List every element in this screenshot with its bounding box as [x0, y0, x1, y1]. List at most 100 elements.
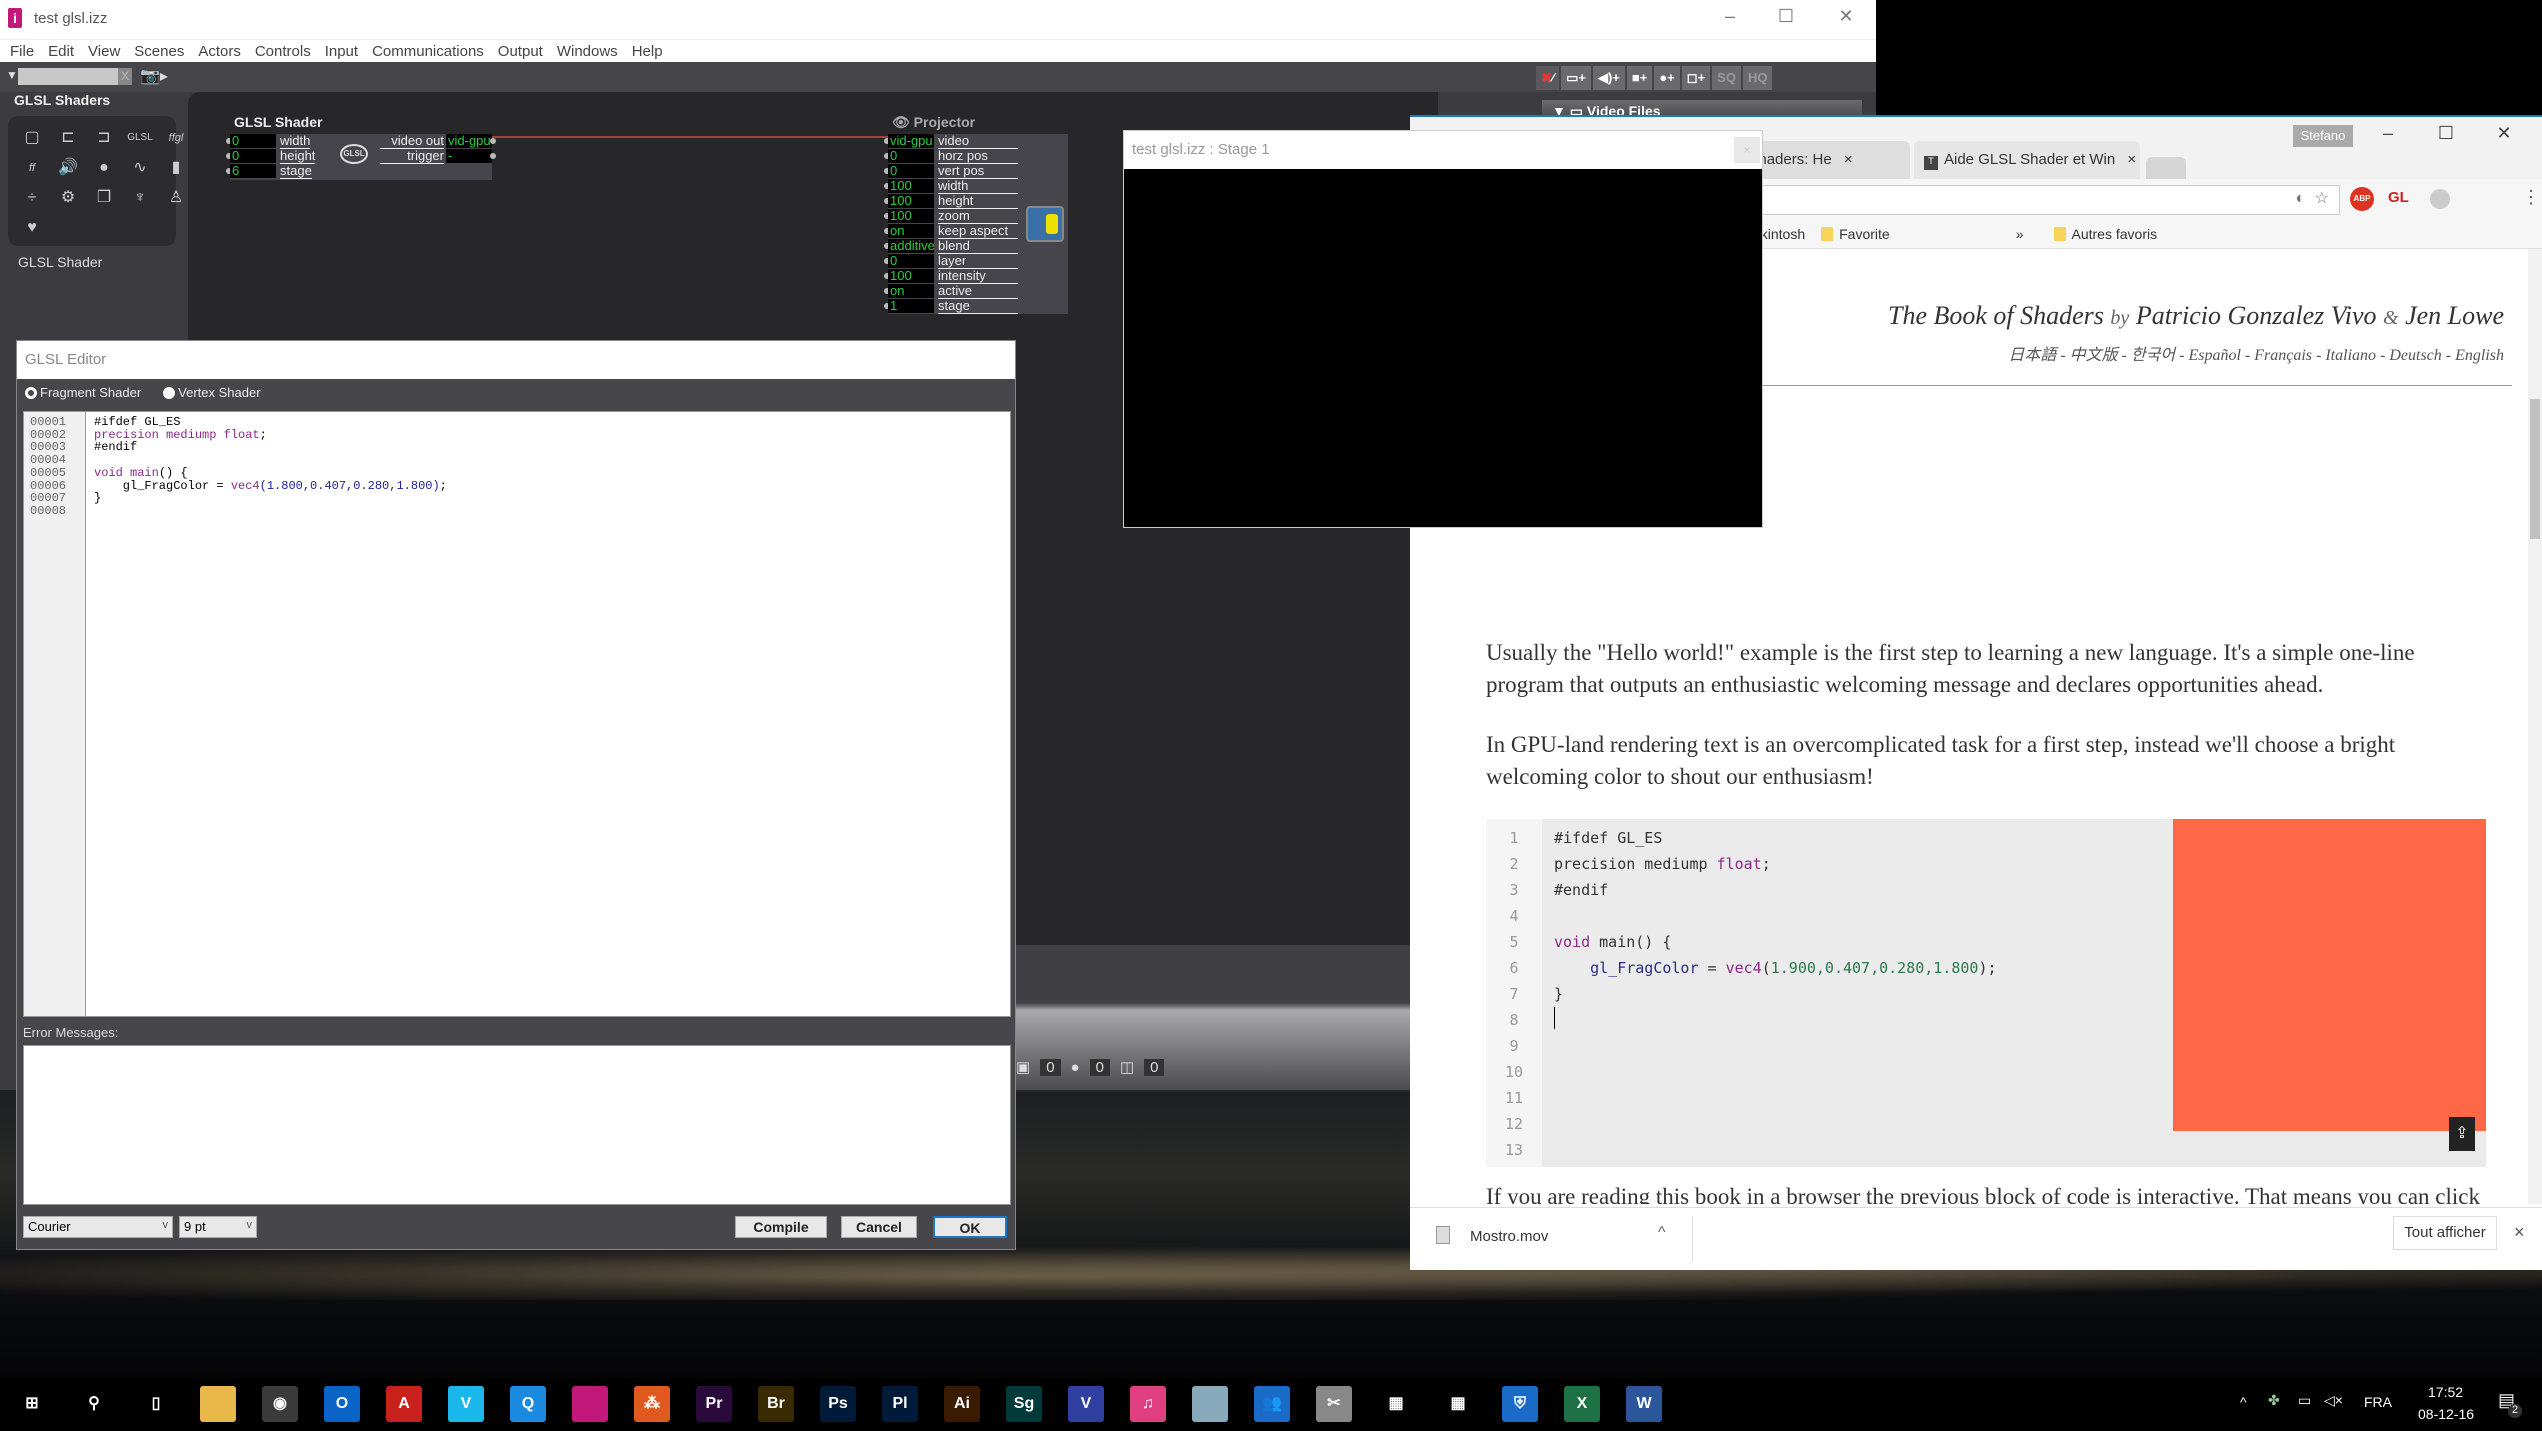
fragment-shader-radio[interactable]: Fragment Shader [25, 385, 141, 400]
interactive-code-editor[interactable]: 1 2 3 4 5 6 7 8 9 10 11 12 13 #ifdef GL_… [1486, 819, 2486, 1167]
heart-icon[interactable]: ♥ [18, 216, 46, 240]
tab-close-icon[interactable]: × [2127, 151, 2136, 168]
video-in-icon[interactable]: ⊏ [54, 126, 82, 150]
cancel-button[interactable]: Cancel [841, 1216, 917, 1238]
tray-chevron-icon[interactable]: ^ [2240, 1394, 2247, 1410]
add-movie-button[interactable]: ▭+ [1561, 66, 1591, 90]
minimize-button[interactable]: – [2368, 123, 2408, 144]
taskbar-search-icon[interactable]: ⚲ [76, 1386, 112, 1422]
bookmark-item[interactable]: Favorite [1821, 226, 1890, 242]
taskbar-start-icon[interactable]: ⊞ [14, 1386, 50, 1422]
taskbar-isadora-icon[interactable] [572, 1386, 608, 1422]
close-button[interactable]: ✕ [2484, 123, 2524, 144]
menu-scenes[interactable]: Scenes [134, 43, 184, 60]
shader-code-text[interactable]: #ifdef GL_ES precision mediump float; #end… [94, 416, 447, 505]
taskbar-snipping-icon[interactable]: ✂ [1316, 1386, 1352, 1422]
layers-icon[interactable]: ❐ [90, 186, 118, 210]
taskbar-illustrator-icon[interactable]: Ai [944, 1386, 980, 1422]
taskbar-file-explorer-icon[interactable] [200, 1386, 236, 1422]
vertical-scrollbar[interactable] [2528, 249, 2542, 1204]
input-value[interactable]: additive [888, 239, 934, 253]
network-icon[interactable]: ▭ [2298, 1392, 2311, 1409]
taskbar-task-view-icon[interactable]: ▯ [138, 1386, 174, 1422]
adblock-icon[interactable]: ABP [2350, 187, 2374, 211]
ff-icon[interactable]: ff [18, 156, 46, 180]
input-value[interactable]: 100 [888, 194, 934, 208]
math-icon[interactable]: ÷ [18, 186, 46, 210]
other-bookmarks[interactable]: Autres favoris [2053, 226, 2157, 242]
clock-date[interactable]: 08-12-16 [2418, 1406, 2474, 1422]
hq-button[interactable]: HQ [1742, 66, 1773, 90]
output-port[interactable] [490, 153, 496, 159]
menu-edit[interactable]: Edit [48, 43, 74, 60]
profile-badge[interactable]: Stefano [2293, 125, 2353, 147]
input-value[interactable]: 100 [888, 209, 934, 223]
video-actor-icon[interactable]: ▢ [18, 126, 46, 150]
error-messages-box[interactable] [23, 1045, 1011, 1205]
search-clear-button[interactable]: X [118, 68, 132, 85]
close-button[interactable]: ✕ [1826, 6, 1866, 27]
taskbar-davinci-icon[interactable]: ⁂ [634, 1386, 670, 1422]
font-size-select[interactable]: 9 pt v [179, 1216, 257, 1238]
glsl-icon[interactable]: GLSL [126, 126, 154, 150]
add-sound-button[interactable]: ◀)+ [1592, 66, 1625, 90]
taskbar-speedgrade-icon[interactable]: Sg [1006, 1386, 1042, 1422]
menu-communications[interactable]: Communications [372, 43, 484, 60]
maximize-button[interactable]: ☐ [1766, 6, 1806, 27]
show-all-button[interactable]: Tout afficher [2393, 1216, 2497, 1250]
taskbar-word-icon[interactable]: W [1626, 1386, 1662, 1422]
download-filename[interactable]: Mostro.mov [1470, 1228, 1548, 1245]
menu-windows[interactable]: Windows [557, 43, 618, 60]
code-text[interactable]: #ifdef GL_ES precision mediump float; #end… [1554, 825, 1997, 1037]
input-value[interactable]: 1 [888, 299, 934, 313]
input-value[interactable]: vid-gpu [888, 134, 934, 148]
stop-all-icon[interactable]: ✖⁄ [1536, 66, 1560, 90]
taskbar-people-icon[interactable]: 👥 [1254, 1386, 1290, 1422]
export-icon[interactable]: ⇪ [2449, 1117, 2475, 1151]
clock-time[interactable]: 17:52 [2428, 1384, 2463, 1400]
taskbar-defender-icon[interactable]: ⛨ [1502, 1386, 1538, 1422]
close-shelf-button[interactable]: × [2514, 1222, 2525, 1243]
broadcast-icon[interactable]: ♆ [126, 186, 154, 210]
vertex-shader-radio[interactable]: Vertex Shader [163, 385, 261, 400]
taskbar-excel-icon[interactable]: X [1564, 1386, 1600, 1422]
language-links[interactable]: 日本語 - 中文版 - 한국어 - Español - Français - I… [2008, 341, 2504, 365]
shader-code-editor[interactable]: 00001 00002 00003 00004 00005 00006 0000… [23, 411, 1011, 1017]
mouse-icon[interactable]: ▮ [162, 156, 190, 180]
menu-help[interactable]: Help [632, 43, 663, 60]
video-out-icon[interactable]: ⊐ [90, 126, 118, 150]
collapse-triangle-icon[interactable]: ▼ [6, 68, 18, 82]
taskbar-calculator-icon[interactable]: ▦ [1378, 1386, 1414, 1422]
input-value[interactable]: 0 [888, 164, 934, 178]
menu-file[interactable]: File [10, 43, 34, 60]
stage-close-button[interactable]: × [1734, 137, 1760, 163]
gl-extension-icon[interactable]: GL [2388, 189, 2409, 206]
menu-output[interactable]: Output [498, 43, 543, 60]
menu-controls[interactable]: Controls [255, 43, 311, 60]
tab-aide-glsl[interactable]: T Aide GLSL Shader et Win × [1914, 141, 2140, 179]
taskbar-photoshop-icon[interactable]: Ps [820, 1386, 856, 1422]
taskbar-bridge-icon[interactable]: Br [758, 1386, 794, 1422]
midi-icon[interactable]: ● [90, 156, 118, 180]
taskbar-vectorworks-icon[interactable]: V [1068, 1386, 1104, 1422]
menu-input[interactable]: Input [325, 43, 358, 60]
actor-search-input[interactable] [18, 68, 118, 85]
tab-close-icon[interactable]: × [1844, 151, 1853, 168]
camera-snapshot-icon[interactable]: 📷▸ [140, 66, 168, 86]
input-value[interactable]: on [888, 224, 934, 238]
language-indicator[interactable]: FRA [2364, 1394, 2392, 1410]
menu-view[interactable]: View [88, 43, 120, 60]
glsl-shader-actor[interactable]: GLSL Shader 0 width 0 height 6 stage GLSL v… [226, 114, 496, 180]
input-value[interactable]: 6 [230, 164, 276, 178]
user-icon[interactable]: ♙ [162, 186, 190, 210]
input-value[interactable]: 0 [230, 149, 276, 163]
connection-link[interactable] [492, 136, 890, 138]
ffgl-icon[interactable]: ffgl [162, 126, 190, 150]
gear-icon[interactable]: ⚙ [54, 186, 82, 210]
wave-icon[interactable]: ∿ [126, 156, 154, 180]
input-value[interactable]: 0 [888, 149, 934, 163]
sound-icon[interactable]: 🔊 [54, 156, 82, 180]
book-heading[interactable]: The Book of Shaders by Patricio Gonzalez… [1888, 301, 2504, 331]
taskbar-itunes-icon[interactable]: ♫ [1130, 1386, 1166, 1422]
taskbar-acrobat-icon[interactable]: A [386, 1386, 422, 1422]
